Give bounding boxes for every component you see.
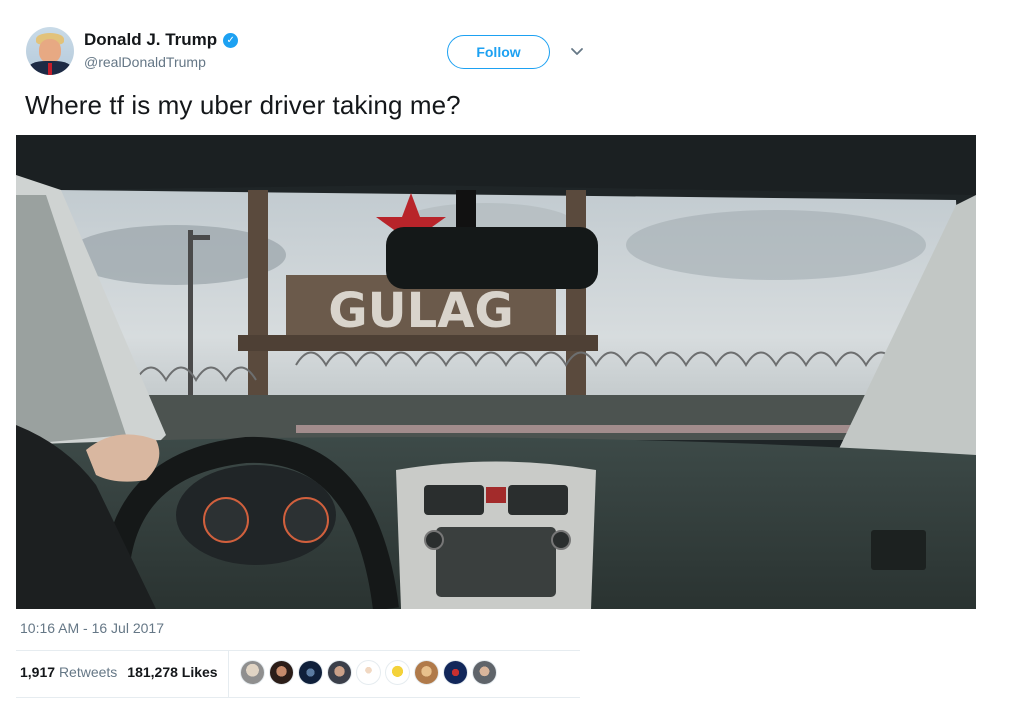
tweet-card: Donald J. Trump ✓ @realDonaldTrump Follo… xyxy=(0,0,1014,720)
retweets-label: Retweets xyxy=(58,664,118,680)
author-avatar[interactable] xyxy=(26,27,74,75)
likes-count: 181,278 xyxy=(127,664,178,680)
avatar-tie xyxy=(48,63,52,75)
stats-separator xyxy=(228,651,229,697)
retweets-count: 1,917 xyxy=(20,664,56,680)
liker-avatar-4[interactable] xyxy=(327,660,352,685)
verified-badge-icon: ✓ xyxy=(223,32,239,48)
liker-avatars xyxy=(240,660,497,685)
tweet-stats: 1,917 Retweets 181,278 Likes xyxy=(20,664,218,680)
liker-avatar-8[interactable] xyxy=(443,660,468,685)
liker-avatar-1[interactable] xyxy=(240,660,265,685)
likes-stat[interactable]: 181,278 Likes xyxy=(127,664,217,680)
tweet-timestamp[interactable]: 10:16 AM - 16 Jul 2017 xyxy=(20,620,164,636)
stats-divider-top xyxy=(16,650,580,651)
gulag-sign-text: GULAG xyxy=(328,283,514,339)
avatar-face xyxy=(39,39,61,63)
liker-avatar-6[interactable] xyxy=(385,660,410,685)
liker-avatar-3[interactable] xyxy=(298,660,323,685)
author-display-name[interactable]: Donald J. Trump xyxy=(84,30,217,50)
likes-label: Likes xyxy=(181,664,218,680)
retweets-stat[interactable]: 1,917 Retweets xyxy=(20,664,117,680)
liker-avatar-2[interactable] xyxy=(269,660,294,685)
photo-scene: GULAG xyxy=(16,135,976,609)
liker-avatar-9[interactable] xyxy=(472,660,497,685)
liker-avatar-7[interactable] xyxy=(414,660,439,685)
follow-button[interactable]: Follow xyxy=(447,35,550,69)
author-name-line[interactable]: Donald J. Trump ✓ xyxy=(84,30,239,50)
author-handle[interactable]: @realDonaldTrump xyxy=(84,54,206,70)
chevron-down-icon[interactable] xyxy=(568,42,586,60)
tweet-media-photo[interactable]: GULAG xyxy=(16,135,976,609)
stats-divider-bottom xyxy=(16,697,580,698)
tweet-text: Where tf is my uber driver taking me? xyxy=(25,90,461,120)
rearview-mirror xyxy=(386,227,598,289)
liker-avatar-5[interactable] xyxy=(356,660,381,685)
